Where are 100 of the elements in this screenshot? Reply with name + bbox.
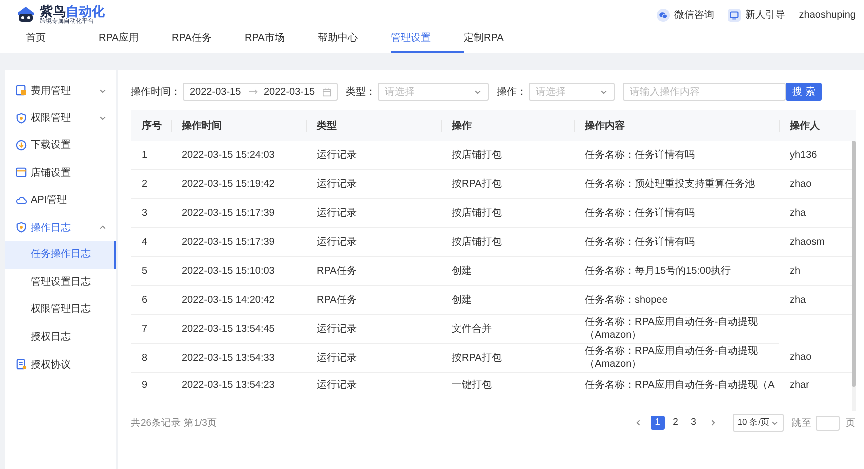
page-button[interactable]: 2 — [668, 416, 683, 430]
column-header: 操作人 — [779, 110, 856, 141]
table-cell: 2022-03-15 13:54:45 — [171, 314, 306, 344]
arrow-icon — [248, 89, 258, 95]
username[interactable]: zhaoshuping — [799, 10, 856, 20]
table-cell: 7 — [131, 314, 171, 344]
chevron-icon — [600, 88, 608, 96]
search-button[interactable]: 搜 索 — [786, 83, 822, 101]
table-cell: 任务名称：每月15号的15:00执行 — [574, 256, 779, 286]
table-cell: 任务名称：预处理重投支持重算任务池 — [574, 170, 779, 198]
table-cell: RPA任务 — [306, 256, 441, 286]
table-cell: 运行记录 — [306, 228, 441, 256]
chevron-icon — [771, 419, 779, 427]
nav-tab[interactable]: 首页 — [26, 30, 99, 53]
nav-tab[interactable]: RPA应用 — [99, 30, 172, 53]
nav-tab[interactable]: RPA任务 — [172, 30, 245, 53]
sidebar-item[interactable]: 授权协议 — [5, 350, 116, 378]
sidebar-item[interactable]: 费用管理 — [5, 77, 116, 104]
sidebar-item[interactable]: 权限管理 — [5, 104, 116, 132]
table-cell: 按RPA打包 — [441, 170, 574, 198]
nav-tab[interactable]: RPA市场 — [245, 30, 318, 53]
table-cell: 2022-03-15 15:19:42 — [171, 170, 306, 198]
table-cell: 运行记录 — [306, 141, 441, 170]
select-input[interactable]: 请选择 — [385, 86, 474, 98]
chevron-left-icon — [634, 419, 643, 427]
table-cell: 2 — [131, 170, 171, 198]
cloud-icon — [16, 194, 27, 206]
sidebar-subitem[interactable]: 管理设置日志 — [5, 268, 116, 296]
table-cell: 运行记录 — [306, 372, 441, 402]
table-cell: 8 — [131, 344, 171, 372]
sidebar-subitem[interactable]: 授权日志 — [5, 324, 116, 351]
filter-label: 操作： — [497, 86, 527, 99]
sidebar-item[interactable]: 操作日志 — [5, 214, 116, 242]
header-link[interactable]: 新人引导 — [728, 8, 786, 22]
table-cell: 任务名称：RPA应用自动任务-自动提现（Amazon） — [574, 314, 779, 344]
nav-tab[interactable]: 帮助中心 — [318, 30, 391, 53]
table-cell: 按店铺打包 — [441, 141, 574, 170]
monitor-icon — [728, 8, 742, 22]
date-input[interactable]: 2022-03-15 — [190, 86, 243, 98]
sidebar-item[interactable]: 店铺设置 — [5, 159, 116, 187]
table-cell: 5 — [131, 256, 171, 286]
table-cell: zhar — [779, 372, 856, 402]
date-input[interactable]: 2022-03-15 — [264, 86, 317, 98]
record-summary: 共26条记录 第1/3页 — [131, 416, 218, 430]
table-cell: 任务名称：RPA应用自动任务-自动提现（Amazon） — [574, 344, 779, 372]
calendar-icon — [322, 88, 331, 96]
page-size-select[interactable]: 10 条/页 — [732, 414, 784, 432]
table-cell: 2022-03-15 15:17:39 — [171, 198, 306, 228]
table-cell: 任务名称：shopee — [574, 286, 779, 314]
table-cell: 2022-03-15 15:10:03 — [171, 256, 306, 286]
chevron-icon — [474, 88, 482, 96]
robot-logo-icon — [16, 5, 36, 25]
page-input[interactable] — [816, 416, 840, 430]
column-header: 操作时间 — [171, 110, 306, 141]
column-header: 类型 — [306, 110, 441, 141]
table-cell: 按店铺打包 — [441, 228, 574, 256]
column-header: 操作 — [441, 110, 574, 141]
filter-label: 操作时间： — [131, 86, 181, 99]
table-cell: 任务名称：任务详情有吗 — [574, 198, 779, 228]
document-icon — [16, 85, 27, 96]
scrollbar[interactable] — [852, 141, 856, 411]
table-cell: 任务名称：RPA应用自动任务-自动提现（A — [574, 372, 779, 402]
table-cell: 创建 — [441, 256, 574, 286]
table-cell: 按RPA打包 — [441, 344, 574, 372]
nav-tab[interactable]: 定制RPA — [464, 30, 537, 53]
table-cell: 文件合并 — [441, 314, 574, 344]
page-button[interactable]: 1 — [650, 416, 665, 430]
select-input[interactable]: 请选择 — [536, 86, 600, 98]
table-cell: 任务名称：任务详情有吗 — [574, 141, 779, 170]
table-cell: 一键打包 — [441, 372, 574, 402]
table-cell: 运行记录 — [306, 170, 441, 198]
table-cell: 6 — [131, 286, 171, 314]
download-icon — [16, 140, 27, 151]
table-cell: 9 — [131, 372, 171, 402]
shop-icon — [16, 167, 27, 178]
column-header: 操作内容 — [574, 110, 779, 141]
sidebar-item[interactable]: API管理 — [5, 186, 116, 214]
table-cell: 2022-03-15 15:17:39 — [171, 228, 306, 256]
shield-icon — [16, 112, 27, 124]
table-cell: 4 — [131, 228, 171, 256]
table-cell: 3 — [131, 198, 171, 228]
nav-tab[interactable]: 管理设置 — [391, 30, 464, 53]
table-cell: RPA任务 — [306, 286, 441, 314]
sidebar-subitem[interactable]: 权限管理日志 — [5, 296, 116, 324]
sidebar-item[interactable]: 下载设置 — [5, 132, 116, 160]
filter-label: 类型： — [346, 86, 376, 99]
column-header: 序号 — [131, 110, 171, 141]
table-cell: 创建 — [441, 286, 574, 314]
select-field[interactable]: 请选择 — [378, 83, 489, 101]
table-cell: 任务名称：任务详情有吗 — [574, 228, 779, 256]
table-cell: 1 — [131, 141, 171, 170]
document-icon — [16, 359, 27, 370]
select-field[interactable]: 请选择 — [529, 83, 615, 101]
table-cell: 2022-03-15 13:54:23 — [171, 372, 306, 402]
page-button[interactable]: 3 — [686, 416, 701, 430]
date-range-field[interactable]: 2022-03-15 2022-03-15 — [183, 83, 338, 101]
sidebar-subitem[interactable]: 任务操作日志 — [5, 241, 116, 269]
header-link[interactable]: 微信咨询 — [657, 8, 714, 22]
table-cell: 运行记录 — [306, 344, 441, 372]
shield-icon — [16, 222, 27, 234]
